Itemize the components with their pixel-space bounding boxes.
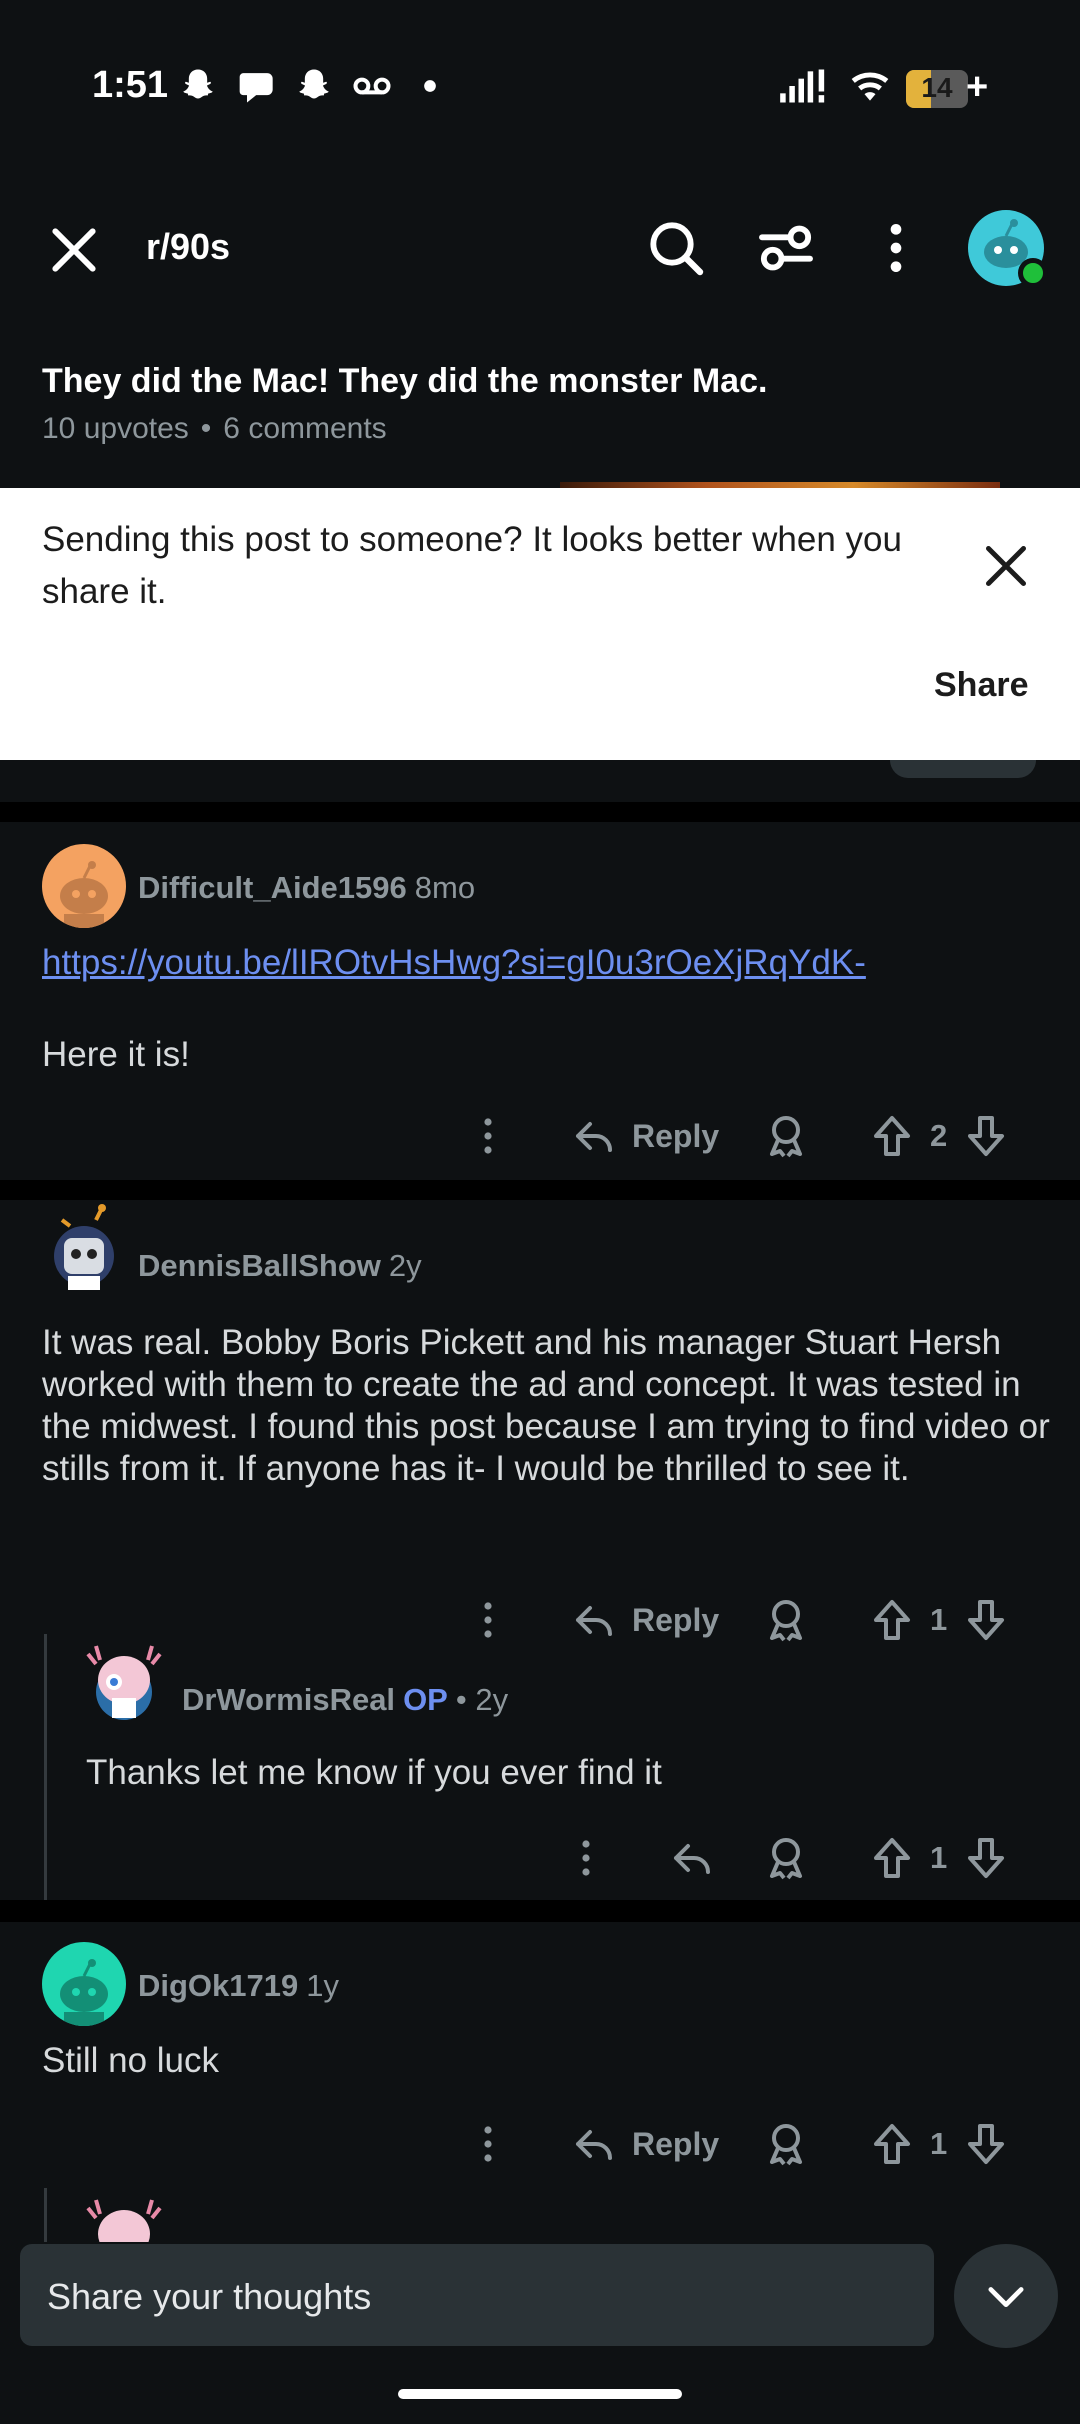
comment-time: • 2y <box>455 1682 509 1717</box>
reply-label: Reply <box>632 1117 720 1154</box>
snapchat-icon <box>292 64 336 108</box>
chat-bubble-icon <box>236 64 280 108</box>
award-icon[interactable] <box>762 1592 810 1648</box>
reply-icon[interactable] <box>668 1830 716 1886</box>
comment-author[interactable]: Difficult_Aide1596 8mo <box>138 870 475 906</box>
comment-text: Here it is! <box>42 1035 190 1074</box>
downvote-icon[interactable] <box>962 1108 1010 1164</box>
comment-body: https://youtu.be/lIROtvHsHwg?si=gI0u3rOe… <box>42 942 1042 984</box>
signal-icon <box>776 64 832 108</box>
snapchat-icon <box>176 64 220 108</box>
reply-label: Reply <box>632 1601 720 1638</box>
comment-author[interactable]: DigOk1719 1y <box>138 1968 339 2004</box>
more-vertical-icon[interactable] <box>464 1108 512 1164</box>
collapse-button[interactable] <box>954 2244 1058 2348</box>
avatar[interactable] <box>42 844 126 928</box>
post-meta: 10 upvotes • 6 comments <box>42 412 387 445</box>
share-banner: Sending this post to someone? It looks b… <box>0 488 1080 760</box>
subreddit-name[interactable]: r/90s <box>146 226 230 268</box>
more-vertical-icon[interactable] <box>864 216 928 280</box>
comment-time: 1y <box>306 1968 340 2003</box>
avatar[interactable] <box>82 1634 166 1720</box>
status-bar: 1:51 14 + <box>0 0 1080 180</box>
vote-count: 1 <box>930 1602 948 1637</box>
upvote-icon[interactable] <box>868 1830 916 1886</box>
avatar[interactable] <box>42 1200 126 1290</box>
comment: DigOk1719 1y Still no luck Reply 1 <box>0 1922 1080 2242</box>
comment: DennisBallShow 2y It was real. Bobby Bori… <box>0 1200 1080 1900</box>
award-icon[interactable] <box>762 2116 810 2172</box>
battery-icon: 14 + <box>906 66 988 108</box>
share-banner-text: Sending this post to someone? It looks b… <box>42 520 902 611</box>
top-app-bar: r/90s <box>0 180 1080 320</box>
username[interactable]: Difficult_Aide1596 <box>138 870 407 905</box>
more-vertical-icon[interactable] <box>464 2116 512 2172</box>
vote-pill-peek <box>890 760 1036 778</box>
close-icon[interactable] <box>42 218 106 282</box>
vote-count: 2 <box>930 1118 948 1153</box>
clock: 1:51 <box>92 64 169 106</box>
op-badge: OP <box>403 1682 448 1717</box>
more-vertical-icon[interactable] <box>464 1592 512 1648</box>
downvote-icon[interactable] <box>962 1592 1010 1648</box>
comment-actions: 1 <box>0 1830 1080 1890</box>
divider <box>0 802 1080 822</box>
reply-button[interactable]: Reply <box>570 2116 719 2172</box>
wifi-icon <box>846 64 894 108</box>
filter-icon[interactable] <box>754 216 818 280</box>
battery-level: 14 <box>921 72 953 103</box>
award-icon[interactable] <box>762 1108 810 1164</box>
comment-count: 6 comments <box>223 412 387 445</box>
upvote-icon[interactable] <box>868 1108 916 1164</box>
upvote-icon[interactable] <box>868 2116 916 2172</box>
chevron-down-icon <box>988 2287 1024 2308</box>
username[interactable]: DigOk1719 <box>138 1968 298 2003</box>
comment-text: Still no luck <box>42 2041 220 2080</box>
youtube-link[interactable]: https://youtu.be/lIROtvHsHwg?si=gI0u3rOe… <box>42 943 866 982</box>
share-button[interactable]: Share <box>934 666 1029 705</box>
comment-author[interactable]: DrWormisReal OP • 2y <box>182 1682 508 1718</box>
home-indicator[interactable] <box>398 2389 682 2399</box>
more-vertical-icon[interactable] <box>562 1830 610 1886</box>
vote-count: 1 <box>930 2126 948 2161</box>
online-status-dot <box>1018 258 1048 288</box>
downvote-icon[interactable] <box>962 1830 1010 1886</box>
comment-author[interactable]: DennisBallShow 2y <box>138 1248 422 1284</box>
close-icon[interactable] <box>976 536 1036 596</box>
comment-time: 8mo <box>414 870 476 905</box>
comment-actions: Reply 1 <box>0 2116 1080 2176</box>
comment-input-placeholder: Share your thoughts <box>47 2276 372 2317</box>
vote-count: 1 <box>930 1840 948 1875</box>
avatar[interactable] <box>42 1942 126 2026</box>
username[interactable]: DennisBallShow <box>138 1248 381 1283</box>
username[interactable]: DrWormisReal <box>182 1682 395 1717</box>
comment-input[interactable]: Share your thoughts <box>20 2244 934 2346</box>
voicemail-icon <box>350 64 394 108</box>
thread-line <box>44 2188 47 2242</box>
reply-button[interactable]: Reply <box>570 1108 719 1164</box>
post-title[interactable]: They did the Mac! They did the monster M… <box>42 362 767 401</box>
avatar[interactable] <box>82 2188 166 2242</box>
upvote-count: 10 upvotes <box>42 412 189 445</box>
comment-actions: Reply 2 <box>0 1108 1080 1168</box>
award-icon[interactable] <box>762 1830 810 1886</box>
dot-icon <box>410 64 450 108</box>
divider <box>0 1180 1080 1200</box>
reply-button[interactable]: Reply <box>570 1592 719 1648</box>
comment-text: Thanks let me know if you ever find it <box>86 1753 662 1792</box>
reply-label: Reply <box>632 2125 720 2162</box>
downvote-icon[interactable] <box>962 2116 1010 2172</box>
divider <box>0 1900 1080 1922</box>
upvote-icon[interactable] <box>868 1592 916 1648</box>
comment-text: It was real. Bobby Boris Pickett and his… <box>42 1323 1050 1488</box>
comment-time: 2y <box>388 1248 422 1283</box>
search-icon[interactable] <box>644 216 708 280</box>
comment: Difficult_Aide1596 8mo https://youtu.be/l… <box>0 822 1080 1182</box>
